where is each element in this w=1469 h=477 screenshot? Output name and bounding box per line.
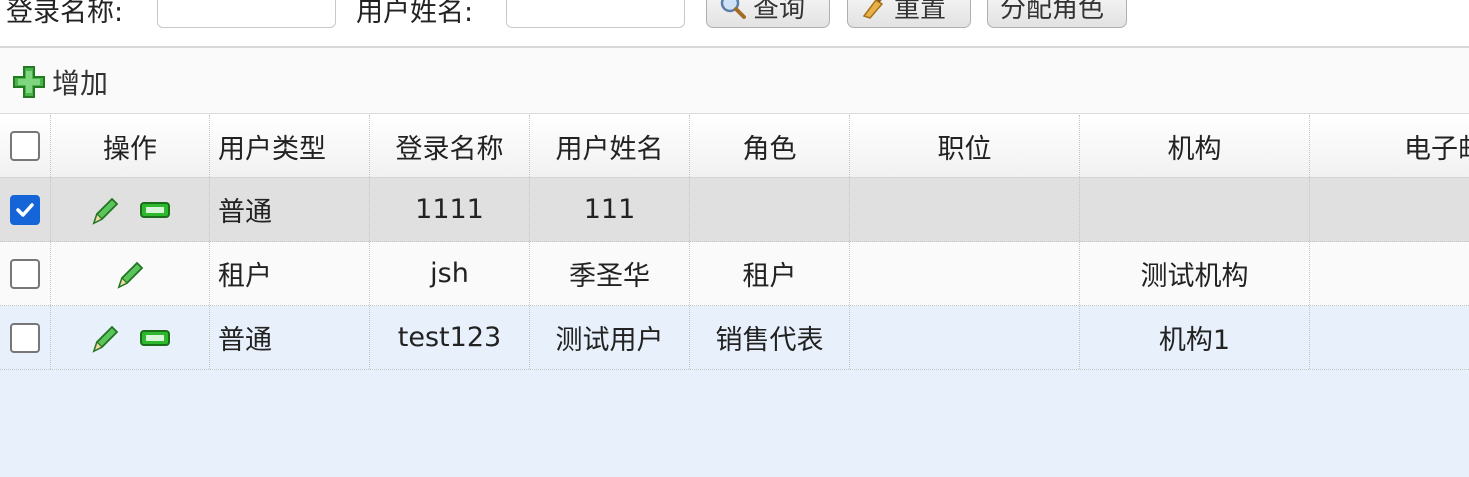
add-button[interactable]: 增加 <box>12 62 108 102</box>
pencil-icon[interactable] <box>88 321 122 355</box>
position-cell <box>850 306 1080 369</box>
pencil-icon[interactable] <box>88 193 122 227</box>
user-type-cell: 租户 <box>210 242 370 305</box>
operation-cell <box>51 242 210 305</box>
header-operation[interactable]: 操作 <box>51 115 210 177</box>
select-all-checkbox[interactable] <box>10 131 40 161</box>
user-name-label: 用户姓名: <box>356 0 474 28</box>
login-name-cell: test123 <box>370 306 530 369</box>
search-icon <box>720 0 746 19</box>
reset-button[interactable]: 重置 <box>847 0 971 28</box>
role-cell <box>690 178 850 241</box>
minus-icon[interactable] <box>138 321 172 355</box>
table-row[interactable]: 租户 jsh 季圣华 租户 测试机构 <box>0 242 1469 306</box>
position-cell <box>850 242 1080 305</box>
user-name-cell: 测试用户 <box>530 306 690 369</box>
organization-cell: 机构1 <box>1080 306 1310 369</box>
user-name-input[interactable] <box>506 0 685 28</box>
add-button-label: 增加 <box>52 67 109 100</box>
pencil-icon[interactable] <box>113 257 147 291</box>
operation-cell <box>51 178 210 241</box>
header-login-name[interactable]: 登录名称 <box>370 115 530 177</box>
row-checkbox[interactable] <box>10 258 40 289</box>
row-checkbox[interactable] <box>10 322 40 353</box>
user-name-cell: 111 <box>530 178 690 241</box>
checkmark-icon <box>16 202 34 217</box>
header-email[interactable]: 电子邮 <box>1310 115 1469 177</box>
query-button[interactable]: 查询 <box>706 0 830 28</box>
user-grid: 操作 用户类型 登录名称 用户姓名 角色 职位 机构 电子邮 普通 1111 1… <box>0 115 1469 477</box>
header-organization[interactable]: 机构 <box>1080 115 1310 177</box>
row-checkbox-cell <box>0 306 51 369</box>
role-cell: 租户 <box>690 242 850 305</box>
header-checkbox-cell <box>0 115 51 177</box>
broom-icon <box>862 0 884 19</box>
grid-header: 操作 用户类型 登录名称 用户姓名 角色 职位 机构 电子邮 <box>0 115 1469 178</box>
table-row[interactable]: 普通 test123 测试用户 销售代表 机构1 <box>0 306 1469 370</box>
header-user-name[interactable]: 用户姓名 <box>530 115 690 177</box>
header-user-type[interactable]: 用户类型 <box>210 115 370 177</box>
organization-cell <box>1080 178 1310 241</box>
email-cell <box>1310 242 1469 305</box>
login-name-cell: 1111 <box>370 178 530 241</box>
toolbar: 增加 <box>0 48 1469 114</box>
header-position[interactable]: 职位 <box>850 115 1080 177</box>
login-name-label: 登录名称: <box>6 0 124 28</box>
user-type-cell: 普通 <box>210 178 370 241</box>
row-checkbox-cell <box>0 178 51 241</box>
email-cell <box>1310 178 1469 241</box>
login-name-cell: jsh <box>370 242 530 305</box>
login-name-input[interactable] <box>157 0 336 28</box>
assign-role-button-label: 分配角色 <box>1000 0 1105 24</box>
green-plus-icon <box>13 66 45 98</box>
minus-icon[interactable] <box>138 193 172 227</box>
reset-button-label: 重置 <box>894 0 947 24</box>
row-checkbox-cell <box>0 242 51 305</box>
organization-cell: 测试机构 <box>1080 242 1310 305</box>
position-cell <box>850 178 1080 241</box>
role-cell: 销售代表 <box>690 306 850 369</box>
search-bar: 登录名称: 用户姓名: 查询 重置 分配角色 <box>0 0 1469 48</box>
user-type-cell: 普通 <box>210 306 370 369</box>
email-cell <box>1310 306 1469 369</box>
user-name-cell: 季圣华 <box>530 242 690 305</box>
table-row[interactable]: 普通 1111 111 <box>0 178 1469 242</box>
query-button-label: 查询 <box>753 0 806 24</box>
assign-role-button[interactable]: 分配角色 <box>987 0 1127 28</box>
operation-cell <box>51 306 210 369</box>
header-role[interactable]: 角色 <box>690 115 850 177</box>
row-checkbox[interactable] <box>10 194 40 225</box>
